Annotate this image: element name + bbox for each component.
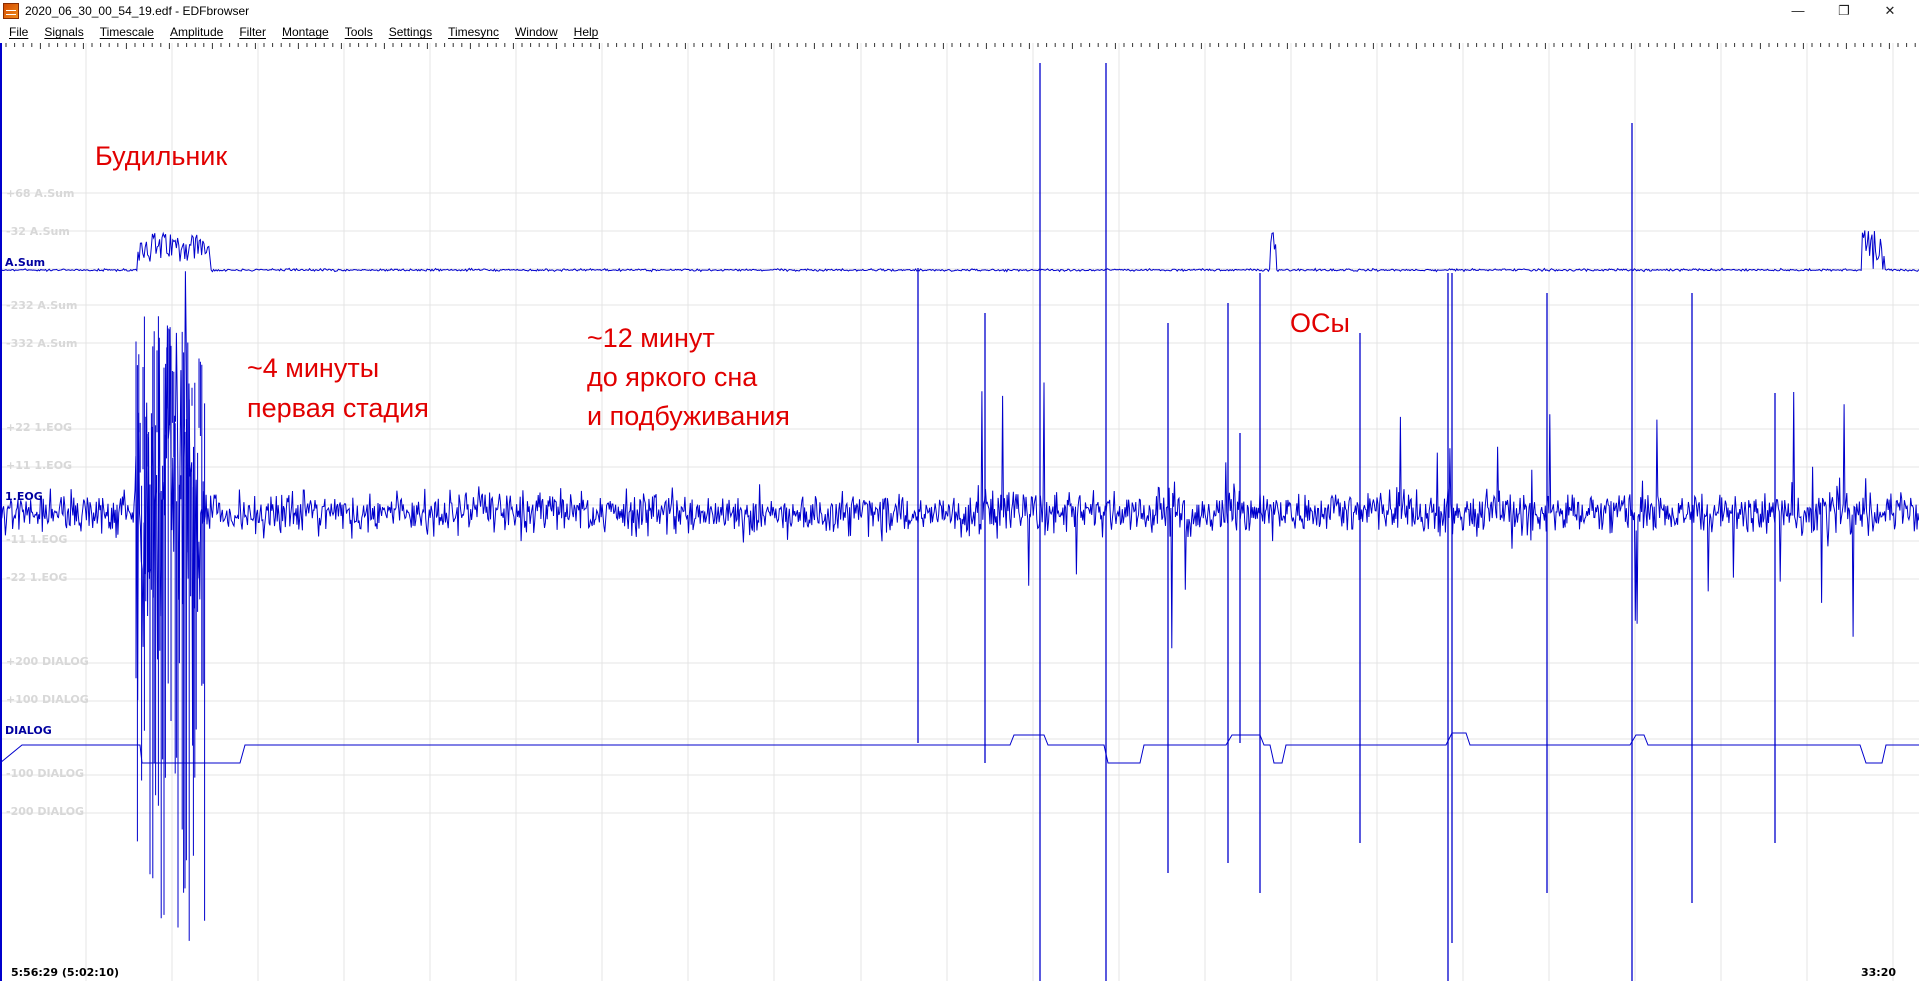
signal-label-eog[interactable]: 1.EOG bbox=[5, 490, 43, 503]
scale-label: +11 1.EOG bbox=[6, 459, 72, 472]
scale-label: +68 A.Sum bbox=[6, 187, 74, 200]
menu-filter[interactable]: Filter bbox=[230, 21, 273, 43]
menu-montage[interactable]: Montage bbox=[273, 21, 336, 43]
scale-label: -32 A.Sum bbox=[6, 225, 70, 238]
menu-timescale[interactable]: Timescale bbox=[91, 21, 161, 43]
scale-label: +200 DIALOG bbox=[6, 655, 89, 668]
menu-bar: File Signals Timescale Amplitude Filter … bbox=[0, 21, 1919, 43]
menu-signals[interactable]: Signals bbox=[35, 21, 90, 43]
scale-label: -100 DIALOG bbox=[6, 767, 84, 780]
annotation-dream-line1: ~12 минут bbox=[587, 323, 715, 353]
scale-label: -22 1.EOG bbox=[6, 571, 67, 584]
signal-label-asum[interactable]: A.Sum bbox=[5, 256, 45, 269]
annotation-od: ОСы bbox=[1290, 308, 1350, 338]
menu-timesync[interactable]: Timesync bbox=[439, 21, 506, 43]
annotation-stage-line1: ~4 минуты bbox=[247, 353, 379, 383]
minimize-button[interactable]: — bbox=[1775, 0, 1821, 21]
edfbrowser-app-icon bbox=[3, 2, 19, 19]
maximize-button[interactable]: ❐ bbox=[1821, 0, 1867, 21]
scale-label: +22 1.EOG bbox=[6, 421, 72, 434]
signal-label-dialog[interactable]: DIALOG bbox=[5, 724, 52, 737]
time-start-label: 5:56:29 (5:02:10) bbox=[11, 966, 119, 979]
scale-label: -11 1.EOG bbox=[6, 533, 67, 546]
title-bar: 2020_06_30_00_54_19.edf - EDFbrowser — ❐… bbox=[0, 0, 1919, 21]
menu-help[interactable]: Help bbox=[565, 21, 606, 43]
close-button[interactable]: ✕ bbox=[1867, 0, 1913, 21]
scale-label: -332 A.Sum bbox=[6, 337, 77, 350]
menu-amplitude[interactable]: Amplitude bbox=[161, 21, 230, 43]
menu-window[interactable]: Window bbox=[506, 21, 565, 43]
annotation-alarm: Будильник bbox=[95, 141, 227, 171]
annotation-dream-line2: до яркого сна bbox=[587, 362, 758, 392]
time-end-label: 33:20 bbox=[1861, 966, 1896, 979]
annotation-dream-line3: и подбуживания bbox=[587, 401, 790, 431]
signal-graph[interactable]: +68 A.Sum -32 A.Sum -232 A.Sum -332 A.Su… bbox=[0, 43, 1919, 981]
menu-tools[interactable]: Tools bbox=[336, 21, 380, 43]
scale-label: -232 A.Sum bbox=[6, 299, 77, 312]
scale-label: +100 DIALOG bbox=[6, 693, 89, 706]
window-title: 2020_06_30_00_54_19.edf - EDFbrowser bbox=[25, 3, 250, 18]
annotation-stage-line2: первая стадия bbox=[247, 393, 429, 423]
menu-settings[interactable]: Settings bbox=[380, 21, 439, 43]
menu-file[interactable]: File bbox=[0, 21, 35, 43]
scale-label: -200 DIALOG bbox=[6, 805, 84, 818]
